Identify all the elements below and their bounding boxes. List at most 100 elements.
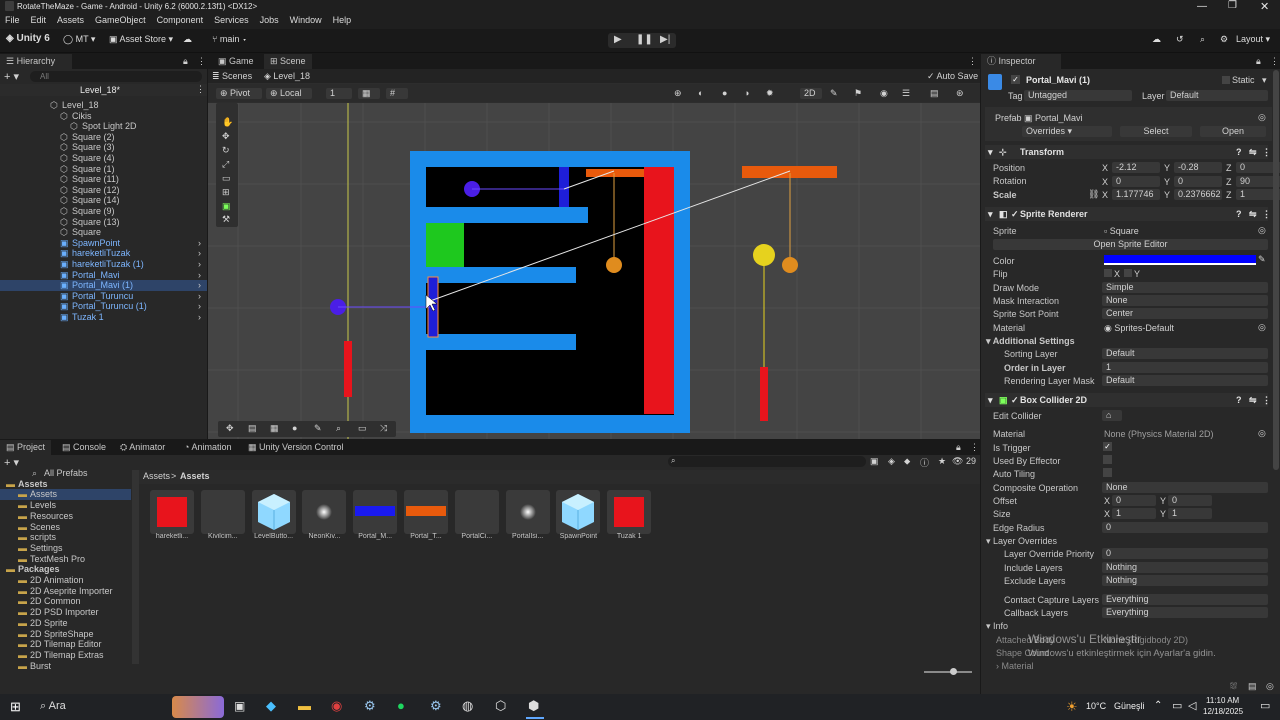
- search-icon[interactable]: ⌕: [1200, 34, 1205, 45]
- gizmos-dropdown-icon[interactable]: ⊛: [956, 88, 964, 99]
- asset-thumbnail[interactable]: [200, 490, 245, 534]
- exclude-layers-dropdown[interactable]: Nothing: [1102, 575, 1268, 586]
- shading-icon[interactable]: ◐: [698, 88, 703, 98]
- contact-layers-dropdown[interactable]: Everything: [1102, 594, 1268, 605]
- unity-hub-icon[interactable]: ⬡: [495, 698, 506, 714]
- stats-icon[interactable]: ▤: [930, 88, 939, 99]
- used-by-effector-checkbox[interactable]: [1103, 455, 1112, 464]
- close-icon[interactable]: ✕: [1260, 0, 1269, 13]
- project-tree-item[interactable]: ▬ Assets: [0, 479, 131, 490]
- tab-scene[interactable]: ⊞ Scene: [264, 54, 312, 69]
- asset-thumbnail[interactable]: [251, 490, 296, 534]
- open-sprite-editor-button[interactable]: Open Sprite Editor: [993, 239, 1268, 250]
- inspector-scrollbar[interactable]: [1273, 70, 1279, 470]
- scale-tool-icon[interactable]: ⤢: [222, 159, 229, 170]
- hierarchy-item[interactable]: ▣ Portal_Mavi ›: [0, 270, 207, 281]
- history-icon[interactable]: ↺: [1176, 34, 1184, 45]
- rotation-y-input[interactable]: 0: [1174, 175, 1222, 187]
- project-lock-icon[interactable]: 🔒︎: [956, 442, 961, 453]
- size-y-input[interactable]: 1: [1168, 508, 1212, 519]
- include-layers-dropdown[interactable]: Nothing: [1102, 562, 1268, 573]
- step-icon[interactable]: ▶|: [660, 34, 670, 45]
- menu-assets[interactable]: Assets: [52, 14, 90, 25]
- spotify-icon[interactable]: ●: [397, 698, 405, 713]
- maximize-icon[interactable]: ❐: [1228, 0, 1237, 11]
- menu-file[interactable]: File: [0, 14, 26, 25]
- visibility-icon[interactable]: ◉: [880, 88, 888, 99]
- asset-thumbnail[interactable]: [302, 490, 347, 534]
- menu-help[interactable]: Help: [328, 14, 358, 25]
- flip-y-checkbox[interactable]: [1124, 269, 1132, 277]
- priority-input[interactable]: 0: [1102, 548, 1268, 559]
- material-target-icon[interactable]: ◎: [1258, 322, 1266, 333]
- sort-point-dropdown[interactable]: Center: [1102, 308, 1268, 319]
- tab-version-control[interactable]: ▦ Unity Version Control: [242, 440, 350, 455]
- grid-erase-icon[interactable]: ▭: [358, 423, 367, 434]
- box-collider-header[interactable]: ▾ ▣ ✓ Box Collider 2D ? ⇋ ⋮: [985, 393, 1271, 407]
- rendering-layer-dropdown[interactable]: Default: [1102, 375, 1268, 386]
- menu-component[interactable]: Component: [152, 14, 210, 25]
- position-x-input[interactable]: -2.12: [1112, 162, 1160, 173]
- project-search-input[interactable]: ⌕: [668, 456, 866, 467]
- prefab-open-chevron-icon[interactable]: ›: [198, 248, 201, 258]
- project-tree-item[interactable]: ▬ 2D PSD Importer: [0, 607, 131, 618]
- prefab-field[interactable]: ▣ Portal_Mavi: [1024, 113, 1083, 124]
- file-explorer-icon[interactable]: ▬: [298, 698, 311, 713]
- static-dropdown-icon[interactable]: ▾: [1262, 75, 1267, 86]
- prefab-open-chevron-icon[interactable]: ›: [198, 280, 201, 290]
- scale-link-icon[interactable]: ⛓: [1088, 189, 1099, 200]
- project-tree-item[interactable]: ⌕ All Prefabs: [0, 468, 131, 479]
- more-menu-icon[interactable]: ⋮: [197, 56, 206, 67]
- prefab-open-button[interactable]: Open: [1200, 126, 1266, 137]
- sprite-field[interactable]: ▫ Square: [1104, 226, 1139, 236]
- prefab-select-button[interactable]: Select: [1120, 126, 1192, 137]
- blue-portal-block[interactable]: [559, 167, 569, 207]
- edit-collider-button[interactable]: ⌂: [1102, 410, 1122, 421]
- asset-thumbnail[interactable]: [607, 490, 652, 534]
- project-tree-item[interactable]: ▬ Assets: [0, 489, 131, 501]
- tab-game[interactable]: ▣ Game: [212, 54, 260, 69]
- prefab-open-chevron-icon[interactable]: ›: [198, 301, 201, 311]
- box-collider-preset-icon[interactable]: ⇋: [1249, 393, 1257, 407]
- hand-tool-icon[interactable]: ✋: [222, 117, 233, 128]
- copilot-icon[interactable]: ◆: [266, 698, 276, 714]
- pendulum-ball[interactable]: [606, 257, 622, 273]
- tab-animator[interactable]: ⛭ Animator: [114, 440, 171, 455]
- inspector-lock-icon[interactable]: 🔒︎: [1256, 56, 1261, 67]
- status-icon[interactable]: ◎: [1266, 681, 1274, 692]
- hierarchy-item[interactable]: ⬡ Square (9): [0, 206, 207, 217]
- box-collider-help-icon[interactable]: ?: [1236, 393, 1242, 407]
- static-checkbox[interactable]: [1222, 76, 1230, 84]
- tab-animation[interactable]: ◔ Animation: [178, 440, 237, 455]
- orange-portal-bar[interactable]: [586, 169, 644, 177]
- filter-label-icon[interactable]: ◈: [888, 456, 895, 467]
- transform-header[interactable]: ▾ ⊹ Transform ? ⇋ ⋮: [985, 145, 1271, 159]
- clock-date[interactable]: 12/18/2025: [1203, 707, 1243, 716]
- orientation-icon[interactable]: ⊕: [674, 88, 682, 99]
- steam-icon[interactable]: ⚙: [430, 698, 442, 714]
- asset-thumbnail[interactable]: [404, 490, 448, 534]
- prefab-target-icon[interactable]: ◎: [1258, 112, 1266, 123]
- sprite-target-icon[interactable]: ◎: [1258, 225, 1266, 236]
- project-tree-item[interactable]: ▬ Scenes: [0, 522, 131, 533]
- collider-material-field[interactable]: None (Physics Material 2D): [1104, 429, 1214, 439]
- audio-icon[interactable]: ◑: [744, 88, 749, 98]
- transform-tool-icon[interactable]: ⊞: [222, 187, 230, 198]
- move-tool-icon[interactable]: ✥: [222, 131, 230, 142]
- hierarchy-item[interactable]: ⬡ Square (2): [0, 132, 207, 143]
- hierarchy-item[interactable]: ⬡ Square (14): [0, 195, 207, 206]
- pendulum-ball[interactable]: [782, 257, 798, 273]
- status-icon[interactable]: ⛆: [1230, 681, 1237, 692]
- breadcrumb-assets-root[interactable]: Assets: [143, 471, 170, 481]
- project-tree-item[interactable]: ▬ Burst: [0, 661, 131, 672]
- gizmo-icon[interactable]: ✎: [830, 88, 838, 99]
- hierarchy-item[interactable]: ▣ hareketliTuzak (1) ›: [0, 259, 207, 270]
- inspector-more-icon[interactable]: ⋮: [1270, 56, 1279, 67]
- collider-tool-icon[interactable]: ▣: [222, 201, 231, 212]
- spawn-point-circle[interactable]: [753, 244, 775, 266]
- menu-window[interactable]: Window: [285, 14, 328, 25]
- zoom-slider-handle[interactable]: [950, 668, 957, 675]
- grid-select-icon[interactable]: ▤: [248, 423, 257, 434]
- taskbar-search[interactable]: ⌕ Ara: [40, 700, 66, 713]
- tray-chevron-icon[interactable]: ⌃: [1154, 700, 1162, 711]
